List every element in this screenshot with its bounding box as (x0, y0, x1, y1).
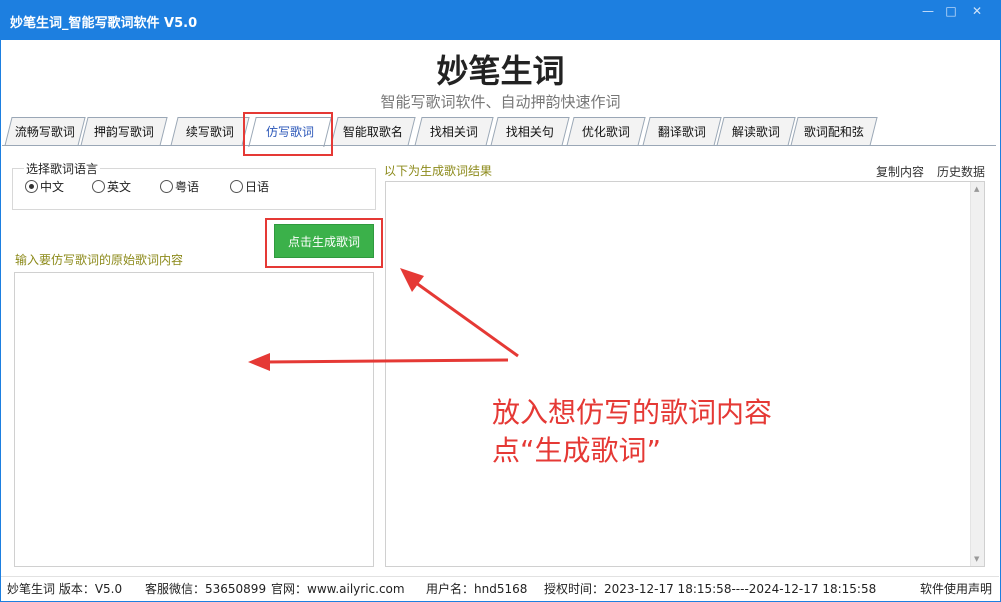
status-license-period: 授权时间：2023-12-17 18:15:58----2024-12-17 1… (544, 582, 877, 596)
annotation-text-line2: 点“生成歌词” (492, 434, 662, 467)
status-website[interactable]: 官网：www.ailyric.com (271, 580, 405, 597)
annotation-arrows (248, 268, 519, 371)
annotation-text-line1: 放入想仿写的歌词内容 (492, 396, 773, 429)
status-disclaimer-link[interactable]: 软件使用声明 (920, 580, 992, 597)
status-username: 用户名：hnd5168 (426, 582, 528, 596)
arrow-to-input (248, 353, 509, 371)
arrow-to-button (400, 268, 519, 358)
status-app-version: 妙笔生词 版本：V5.0 (7, 582, 123, 596)
status-support: 客服微信：53650899 (145, 582, 267, 596)
